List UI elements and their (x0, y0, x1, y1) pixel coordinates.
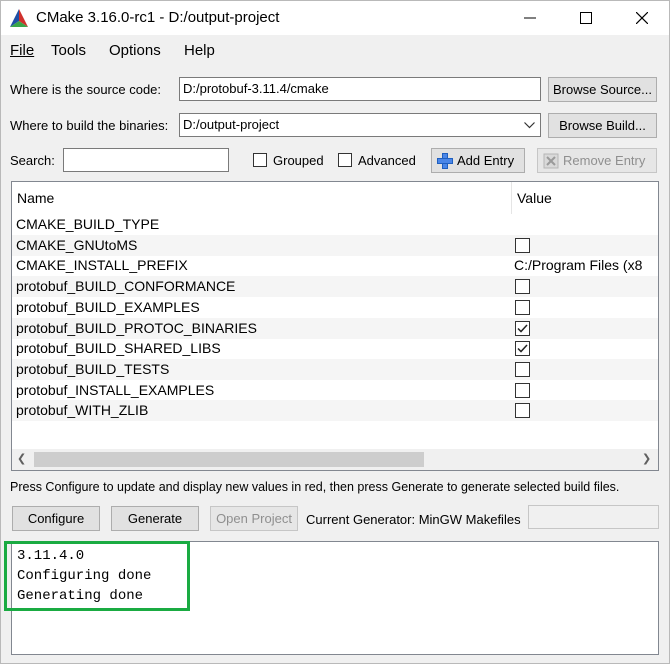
unchecked-checkbox[interactable] (515, 382, 530, 398)
source-path-input[interactable]: D:/protobuf-3.11.4/cmake (179, 77, 541, 101)
table-row[interactable]: CMAKE_GNUtoMS (12, 234, 658, 256)
menu-file-label: File (10, 42, 35, 59)
menu-bar: File Tools Options Help (1, 39, 669, 63)
close-button[interactable] (619, 1, 665, 35)
variable-name: protobuf_BUILD_CONFORMANCE (16, 278, 236, 295)
source-label: Where is the source code: (10, 82, 162, 97)
column-header-name[interactable]: Name (12, 182, 512, 214)
output-highlight-box (4, 541, 190, 611)
variable-name: protobuf_BUILD_TESTS (16, 360, 170, 377)
horizontal-scrollbar[interactable]: ❮ ❯ (12, 449, 658, 470)
window-title: CMake 3.16.0-rc1 - D:/output-project (36, 9, 280, 26)
build-path-value: D:/output-project (183, 117, 280, 132)
column-header-value[interactable]: Value (512, 182, 658, 214)
variable-name: protobuf_BUILD_EXAMPLES (16, 298, 200, 315)
table-row[interactable]: protobuf_BUILD_CONFORMANCE (12, 276, 658, 298)
variable-name: protobuf_BUILD_SHARED_LIBS (16, 340, 221, 357)
cache-variables-table: Name Value CMAKE_BUILD_TYPE CMAKE_GNUtoMS… (11, 181, 659, 471)
close-icon (636, 12, 648, 24)
generator-status-field (528, 505, 659, 529)
table-row[interactable]: protobuf_BUILD_EXAMPLES (12, 297, 658, 318)
browse-source-button[interactable]: Browse Source... (548, 77, 657, 102)
build-label: Where to build the binaries: (10, 118, 169, 133)
maximize-icon (580, 12, 592, 24)
table-row[interactable]: CMAKE_BUILD_TYPE (12, 214, 658, 235)
build-path-combobox[interactable]: D:/output-project (179, 113, 541, 137)
menu-tools-label: Tools (51, 42, 87, 59)
grouped-label: Grouped (273, 153, 324, 168)
unchecked-checkbox[interactable] (515, 299, 530, 315)
minimize-button[interactable] (507, 1, 553, 35)
open-project-button[interactable]: Open Project (210, 506, 298, 531)
title-bar: CMake 3.16.0-rc1 - D:/output-project (1, 1, 669, 35)
checkmark-icon (517, 344, 528, 353)
advanced-checkbox[interactable] (338, 153, 352, 167)
generate-button[interactable]: Generate (111, 506, 199, 531)
checkmark-icon (517, 323, 528, 333)
variable-name: protobuf_WITH_ZLIB (16, 402, 149, 419)
add-entry-label: Add Entry (457, 153, 515, 168)
checked-checkbox[interactable] (515, 320, 530, 336)
table-row[interactable]: protobuf_BUILD_TESTS (12, 358, 658, 380)
variable-value[interactable]: C:/Program Files (x8 (514, 257, 642, 273)
grouped-checkbox[interactable] (253, 153, 267, 167)
table-row[interactable]: protobuf_BUILD_SHARED_LIBS (12, 338, 658, 359)
table-row[interactable]: protobuf_INSTALL_EXAMPLES (12, 380, 658, 401)
table-row[interactable]: protobuf_BUILD_PROTOC_BINARIES (12, 317, 658, 339)
add-entry-button[interactable]: Add Entry (431, 148, 525, 173)
unchecked-checkbox[interactable] (515, 361, 530, 377)
unchecked-checkbox[interactable] (515, 279, 530, 295)
checked-checkbox[interactable] (515, 341, 530, 357)
cmake-window: CMake 3.16.0-rc1 - D:/output-project Fil… (0, 0, 670, 664)
menu-help[interactable]: Help (184, 42, 215, 59)
scroll-left-icon[interactable]: ❮ (17, 452, 26, 465)
table-row[interactable]: protobuf_WITH_ZLIB (12, 400, 658, 422)
scrollbar-thumb[interactable] (34, 452, 424, 467)
variable-name: CMAKE_INSTALL_PREFIX (16, 257, 188, 274)
variable-name: protobuf_BUILD_PROTOC_BINARIES (16, 319, 257, 336)
unchecked-checkbox[interactable] (515, 237, 530, 253)
browse-build-button[interactable]: Browse Build... (548, 113, 657, 138)
current-generator-label: Current Generator: MinGW Makefiles (306, 512, 521, 527)
unchecked-checkbox[interactable] (515, 403, 530, 419)
cmake-logo-icon (10, 9, 28, 27)
advanced-label: Advanced (358, 153, 416, 168)
maximize-button[interactable] (563, 1, 609, 35)
variable-name: CMAKE_BUILD_TYPE (16, 216, 160, 232)
remove-icon (543, 153, 559, 168)
menu-options-label: Options (109, 42, 161, 59)
menu-help-label: Help (184, 42, 215, 59)
menu-tools[interactable]: Tools (51, 42, 86, 59)
minimize-icon (524, 17, 536, 19)
plus-icon (437, 152, 453, 169)
remove-entry-button[interactable]: Remove Entry (537, 148, 657, 173)
variable-name: CMAKE_GNUtoMS (16, 236, 138, 253)
search-input[interactable] (63, 148, 229, 172)
variable-name: protobuf_INSTALL_EXAMPLES (16, 381, 215, 398)
menu-file[interactable]: File (10, 42, 34, 59)
remove-entry-label: Remove Entry (563, 153, 646, 168)
table-row[interactable]: CMAKE_INSTALL_PREFIX C:/Program Files (x8 (12, 255, 658, 276)
menu-options[interactable]: Options (109, 42, 161, 59)
search-label: Search: (10, 153, 55, 168)
chevron-down-icon (524, 122, 535, 129)
scroll-right-icon[interactable]: ❯ (642, 452, 651, 465)
configure-button[interactable]: Configure (12, 506, 100, 531)
configure-hint-text: Press Configure to update and display ne… (10, 480, 620, 494)
